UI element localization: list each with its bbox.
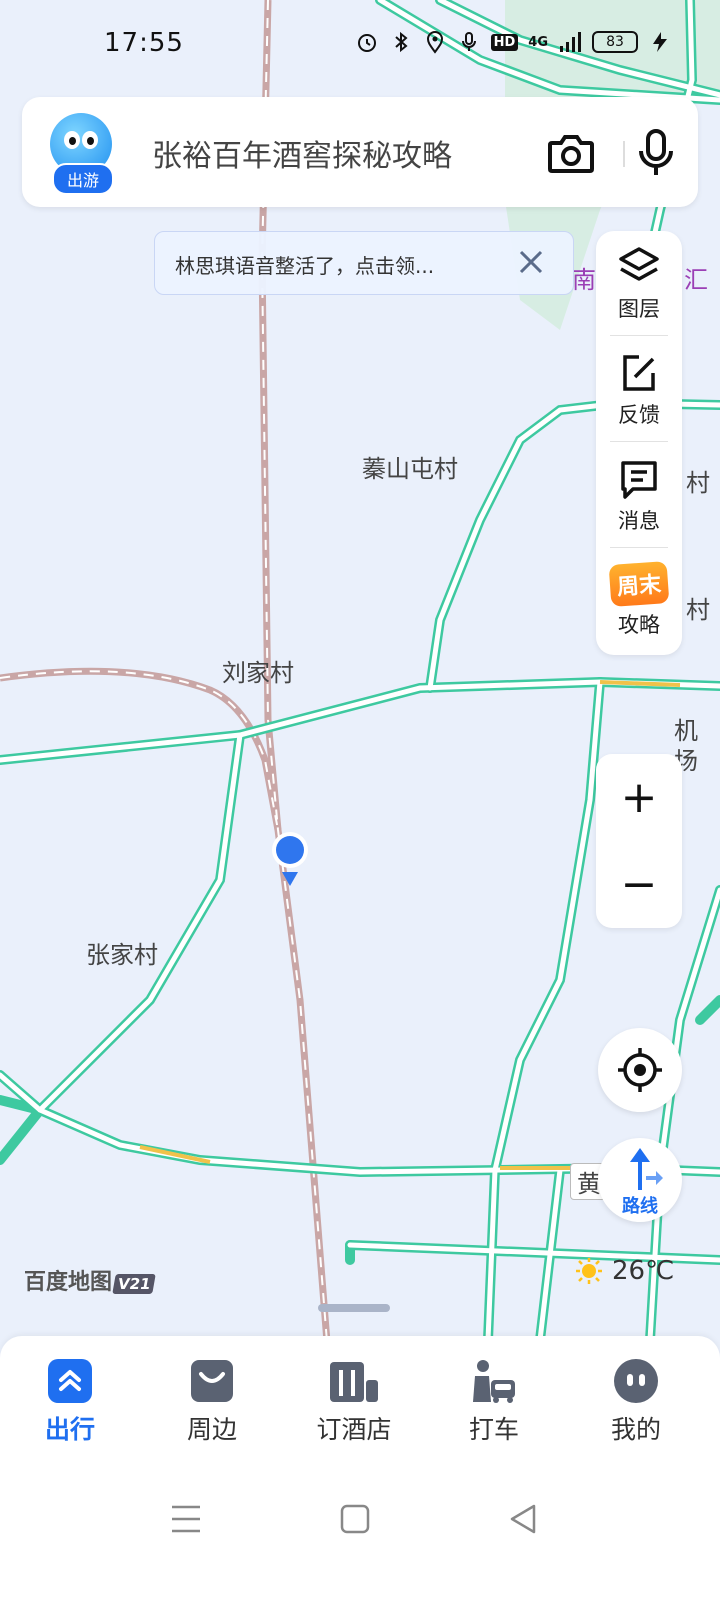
map-label-cun-2[interactable]: 村: [686, 590, 710, 625]
nav-nearby-label: 周边: [186, 1415, 237, 1444]
nav-profile[interactable]: 我的: [586, 1358, 686, 1446]
zoom-out-button[interactable]: −: [596, 841, 682, 928]
search-input[interactable]: 张裕百年酒窖探秘攻略: [152, 131, 452, 175]
layers-icon: [619, 247, 659, 281]
hotel-icon: [330, 1362, 378, 1402]
map-label-zhangjia[interactable]: 张家村: [86, 935, 158, 970]
travel-icon: [48, 1359, 92, 1403]
nav-nearby[interactable]: 周边: [162, 1358, 262, 1446]
nav-profile-label: 我的: [610, 1415, 661, 1444]
nav-hotel-label: 订酒店: [316, 1415, 392, 1444]
feedback-label: 反馈: [618, 403, 660, 427]
nav-taxi-label: 打车: [468, 1415, 519, 1444]
feedback-icon: [623, 355, 655, 391]
panel-divider: [610, 335, 668, 336]
message-icon: [621, 461, 657, 499]
microphone-icon[interactable]: [636, 127, 676, 179]
zoom-control: + −: [596, 754, 682, 928]
home-icon[interactable]: [340, 1504, 370, 1534]
bluetooth-icon: [394, 31, 408, 53]
travel-badge[interactable]: 出游: [52, 163, 114, 195]
panel-divider: [610, 441, 668, 442]
search-bar[interactable]: 出游 张裕百年酒窖探秘攻略: [22, 97, 698, 207]
profile-icon: [614, 1359, 658, 1403]
drag-handle[interactable]: [318, 1304, 390, 1312]
tip-text[interactable]: 林思琪语音整活了，点击领...: [175, 250, 434, 279]
back-icon[interactable]: [508, 1504, 538, 1534]
brand-name: 百度地图: [24, 1270, 113, 1295]
map-label-hui[interactable]: 汇: [684, 260, 708, 295]
target-icon: [618, 1048, 662, 1092]
location-icon: [426, 31, 443, 54]
route-arrow-icon: [630, 1148, 663, 1190]
voice-promo-tip[interactable]: 林思琪语音整活了，点击领...: [154, 231, 574, 295]
brand-logo: 百度地图 V21: [24, 1264, 157, 1296]
status-bar: 17:55 HD 4G 83: [0, 22, 720, 68]
alarm-icon: [357, 34, 376, 52]
mic-icon: [461, 32, 476, 51]
map-label-nan[interactable]: 南: [572, 260, 596, 295]
hd-icon: HD: [490, 33, 519, 51]
route-label: 路线: [622, 1196, 658, 1217]
map-tools-panel: 图层 反馈 消息 周末 攻略: [596, 231, 682, 655]
system-nav-bar: [0, 1466, 720, 1600]
nav-taxi[interactable]: 打车: [444, 1358, 544, 1446]
signal-icon: [560, 32, 581, 52]
nav-travel[interactable]: 出行: [20, 1358, 120, 1446]
locate-me-button[interactable]: [598, 1028, 682, 1112]
guide-button[interactable]: 周末 攻略: [596, 561, 682, 669]
bottom-nav: 出行 周边 订酒店 打车 我的: [0, 1336, 720, 1466]
zoom-in-button[interactable]: +: [596, 754, 682, 841]
status-time: 17:55: [104, 28, 184, 58]
brand-version: V21: [112, 1274, 157, 1294]
nav-hotel[interactable]: 订酒店: [304, 1358, 404, 1446]
taxi-icon: [473, 1360, 515, 1403]
layers-label: 图层: [618, 297, 660, 321]
map-label-liujia[interactable]: 刘家村: [222, 653, 294, 688]
menu-icon[interactable]: [170, 1504, 202, 1534]
search-divider: [623, 141, 625, 167]
nearby-icon: [191, 1360, 233, 1402]
map-label-cun-1[interactable]: 村: [686, 463, 710, 498]
guide-label: 攻略: [618, 613, 660, 637]
weather-widget[interactable]: 26℃: [574, 1256, 674, 1286]
close-icon[interactable]: [518, 249, 544, 275]
weather-temp: 26℃: [612, 1256, 675, 1286]
messages-label: 消息: [618, 509, 660, 533]
sun-icon: [576, 1258, 602, 1284]
panel-divider: [610, 547, 668, 548]
charging-icon: [653, 32, 667, 52]
weekend-icon: 周末: [608, 561, 670, 607]
nav-travel-label: 出行: [44, 1415, 95, 1444]
battery-icon: 83: [592, 31, 638, 53]
status-icons: HD 4G 83: [355, 30, 672, 54]
camera-icon[interactable]: [546, 131, 596, 175]
route-button[interactable]: 路线: [598, 1138, 682, 1222]
network-label: 4G: [528, 34, 548, 50]
map-label-qinshantun[interactable]: 蓁山屯村: [362, 449, 458, 484]
